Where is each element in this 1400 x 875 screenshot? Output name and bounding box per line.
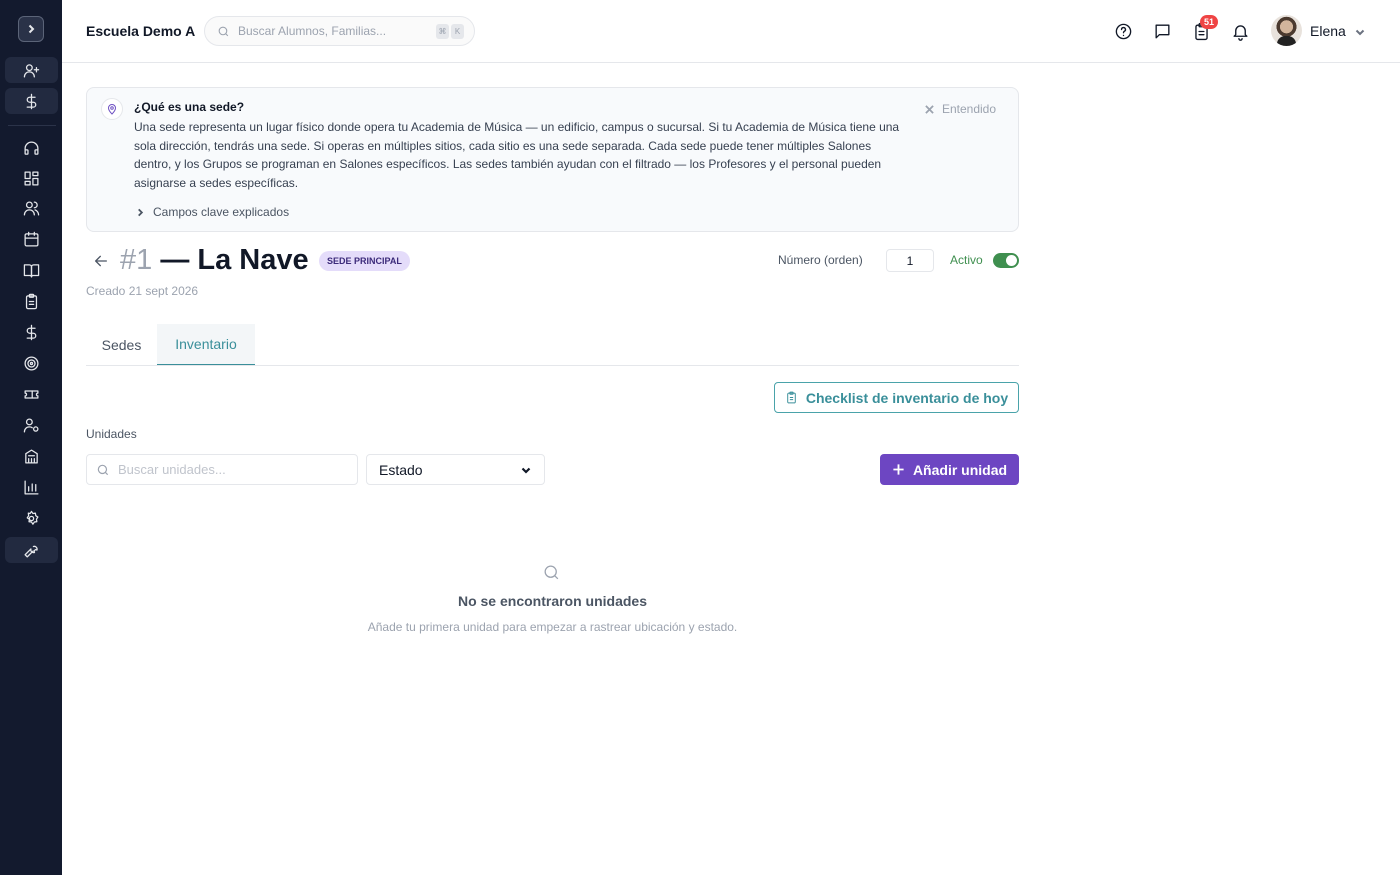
shortcut-key-k: K (451, 24, 464, 39)
clipboard-icon (787, 391, 796, 404)
location-name: — La Nave (152, 244, 309, 276)
users-icon (23, 200, 40, 216)
sidebar-reports[interactable] (5, 474, 58, 500)
sidebar-locations[interactable] (5, 443, 58, 469)
created-date: Creado 21 sept 2026 (86, 284, 199, 298)
wrench-icon (24, 545, 38, 558)
empty-state-title: No se encontraron unidades (457, 593, 648, 609)
key-fields-label: Campos clave explicados (153, 205, 290, 219)
status-select-value: Estado (379, 461, 423, 478)
units-label: Unidades (86, 427, 137, 441)
book-icon (23, 263, 40, 278)
building-icon (25, 448, 38, 464)
active-label: Activo (950, 253, 983, 267)
sidebar-tools[interactable] (5, 537, 58, 563)
empty-search-icon (542, 563, 561, 587)
checklist-label: Checklist de inventario de hoy (805, 389, 1009, 406)
help-button[interactable] (1113, 21, 1133, 41)
headset-icon (24, 140, 39, 155)
top-header: Escuela Demo A Buscar Alumnos, Familias.… (62, 0, 1400, 63)
sidebar-courses[interactable] (5, 257, 58, 283)
ticket-icon (24, 389, 39, 399)
sidebar-support[interactable] (5, 135, 58, 161)
chevron-down-icon (521, 467, 531, 474)
inventory-checklist-button[interactable]: Checklist de inventario de hoy (774, 382, 1019, 413)
chart-icon (24, 479, 39, 495)
clipboard-icon (25, 293, 38, 309)
sidebar-tickets[interactable] (5, 381, 58, 407)
add-unit-label: Añadir unidad (912, 461, 1008, 478)
dollar-icon (26, 93, 37, 109)
active-toggle[interactable] (993, 253, 1019, 268)
sidebar-settings[interactable] (5, 505, 58, 531)
gear-icon (26, 510, 39, 525)
sidebar-calendar[interactable] (5, 226, 58, 252)
close-icon (925, 104, 934, 114)
chevron-down-icon (1355, 29, 1365, 36)
page-title: #1 — La Nave (120, 244, 309, 277)
plus-icon (893, 464, 904, 475)
shortcut-key-cmd: ⌘ (436, 24, 449, 39)
add-unit-button[interactable]: Añadir unidad (880, 454, 1019, 485)
info-body: Una sede representa un lugar físico dond… (134, 120, 900, 190)
sidebar-goals[interactable] (5, 350, 58, 376)
help-icon (1115, 23, 1131, 39)
order-label: Número (orden) (778, 253, 863, 267)
dollar-icon (26, 324, 37, 340)
dashboard-icon (24, 170, 39, 186)
chevron-right-icon (138, 208, 144, 216)
info-title: ¿Qué es una sede? (134, 100, 245, 114)
back-button[interactable] (93, 253, 109, 274)
user-name[interactable]: Elena (1310, 23, 1346, 39)
empty-state-subtitle: Añade tu primera unidad para empezar a r… (367, 620, 738, 634)
main-location-badge: SEDE PRINCIPAL (319, 251, 410, 271)
search-placeholder: Buscar Alumnos, Familias... (238, 24, 387, 38)
order-input[interactable]: 1 (886, 249, 934, 272)
status-select[interactable]: Estado (366, 454, 545, 485)
sidebar-toggle-button[interactable] (18, 16, 44, 42)
calendar-icon (24, 231, 39, 247)
school-name: Escuela Demo A (86, 23, 196, 39)
tab-inventario[interactable]: Inventario (157, 324, 255, 366)
units-search-input[interactable]: Buscar unidades... (86, 454, 358, 485)
chat-icon (1154, 23, 1170, 39)
dismiss-label: Entendido (941, 102, 996, 116)
sidebar-add-user[interactable] (5, 57, 58, 83)
notifications-button[interactable] (1230, 21, 1250, 41)
search-icon (97, 464, 109, 475)
info-callout: ¿Qué es una sede? Una sede representa un… (86, 87, 1019, 232)
arrow-left-icon (95, 255, 107, 267)
global-search-input[interactable]: Buscar Alumnos, Familias... ⌘ K (204, 16, 475, 46)
user-avatar[interactable] (1271, 15, 1302, 46)
target-icon (24, 355, 39, 371)
sidebar (0, 0, 62, 875)
user-menu-toggle[interactable] (1354, 25, 1366, 43)
units-search-placeholder: Buscar unidades... (118, 462, 226, 477)
dismiss-info-button[interactable]: Entendido (925, 102, 996, 116)
tabs-divider (86, 365, 1019, 366)
sidebar-attendance[interactable] (5, 288, 58, 314)
tab-sedes[interactable]: Sedes (86, 324, 157, 366)
user-settings-icon (23, 417, 39, 433)
location-number: #1 (120, 244, 153, 276)
add-user-icon (23, 63, 40, 78)
location-pin-icon (101, 98, 123, 120)
sidebar-payments[interactable] (5, 319, 58, 345)
sidebar-staff[interactable] (5, 412, 58, 438)
sidebar-dashboard[interactable] (5, 165, 58, 191)
sidebar-students[interactable] (5, 195, 58, 221)
search-icon (218, 26, 229, 36)
sidebar-billing[interactable] (5, 88, 58, 114)
key-fields-toggle[interactable]: Campos clave explicados (136, 205, 289, 219)
bell-icon (1232, 24, 1248, 41)
messages-button[interactable] (1152, 21, 1172, 41)
notification-badge: 51 (1200, 15, 1218, 29)
sidebar-divider (8, 125, 56, 126)
chevron-right-icon (28, 24, 35, 34)
